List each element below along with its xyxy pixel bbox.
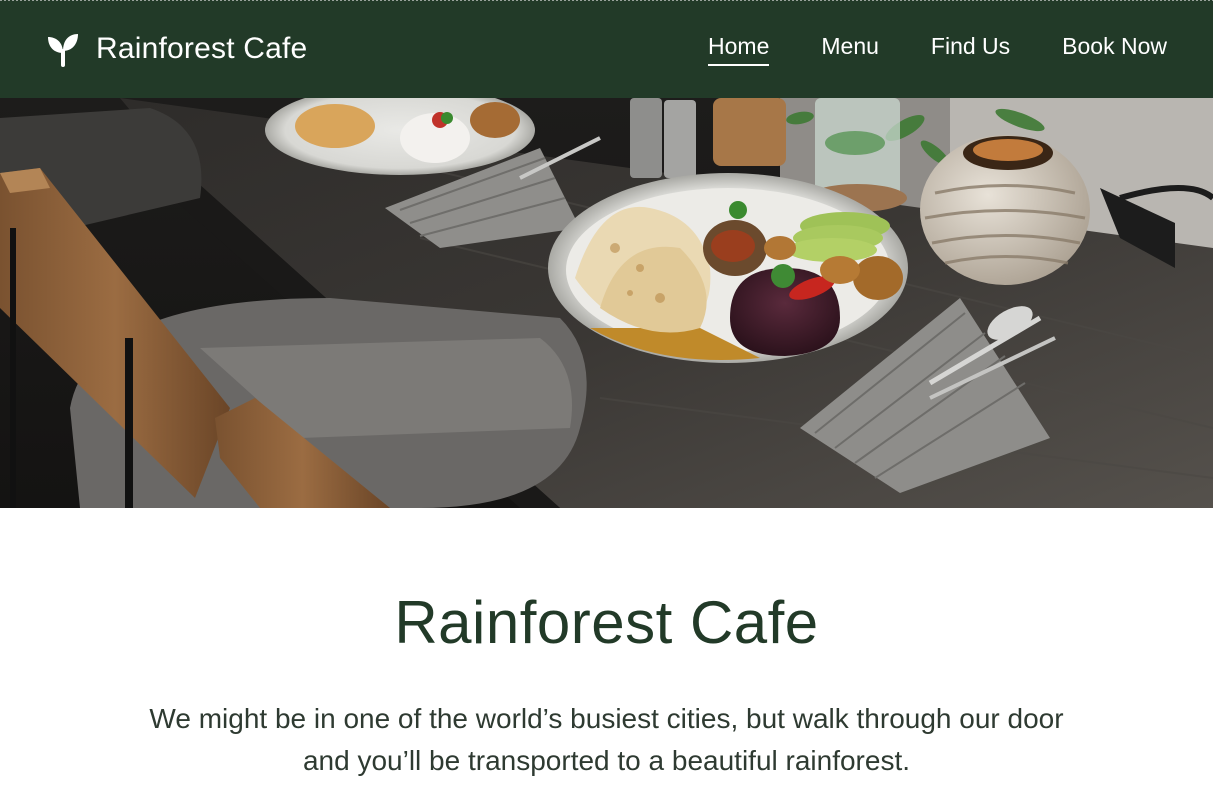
intro-tagline: We might be in one of the world’s busies… bbox=[149, 703, 1064, 776]
brand-name: Rainforest Cafe bbox=[96, 32, 308, 65]
top-border-line bbox=[0, 0, 1213, 1]
nav-link-book-now[interactable]: Book Now bbox=[1062, 33, 1167, 66]
nav-link-menu[interactable]: Menu bbox=[821, 33, 879, 66]
intro-section: Rainforest Cafe We might be in one of th… bbox=[0, 508, 1213, 795]
page-title: Rainforest Cafe bbox=[394, 589, 819, 656]
hero-image bbox=[0, 98, 1213, 508]
top-navbar: Rainforest Cafe Home Menu Find Us Book N… bbox=[0, 0, 1213, 98]
main-navigation: Home Menu Find Us Book Now bbox=[708, 33, 1167, 66]
nav-link-home[interactable]: Home bbox=[708, 33, 770, 66]
sprout-icon bbox=[48, 34, 78, 67]
nav-link-find-us[interactable]: Find Us bbox=[931, 33, 1010, 66]
brand-logo-link[interactable]: Rainforest Cafe bbox=[46, 31, 307, 67]
